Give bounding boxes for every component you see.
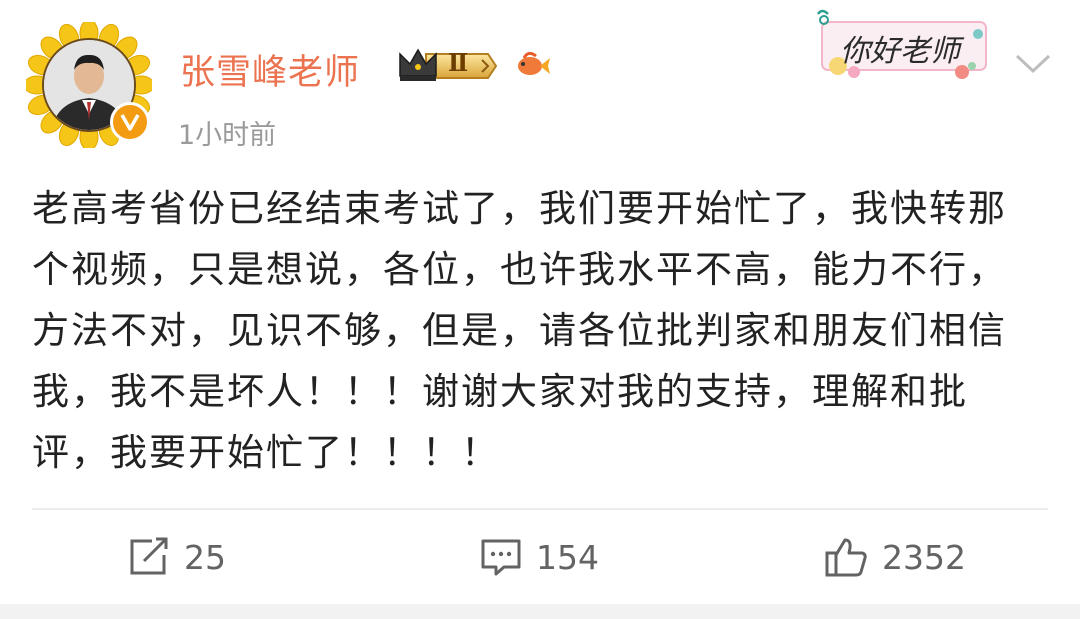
- greeting-sticker: 你好老师: [812, 6, 998, 88]
- like-button[interactable]: 2352: [824, 535, 966, 579]
- username[interactable]: 张雪峰老师: [180, 44, 360, 95]
- comment-icon: [481, 539, 521, 576]
- post-time: 1小时前: [178, 120, 277, 151]
- comment-button[interactable]: 154: [480, 535, 599, 579]
- comment-count: 154: [536, 537, 599, 577]
- verified-icon: [110, 102, 150, 142]
- repost-count: 25: [184, 537, 226, 577]
- divider: [32, 508, 1048, 510]
- like-icon: [825, 538, 867, 577]
- repost-icon: [130, 537, 168, 575]
- chevron-down-icon[interactable]: [1014, 52, 1052, 76]
- post-text: 老高考省份已经结束考试了，我们要开始忙了，我快转那个视频，只是想说，各位，也许我…: [32, 187, 1007, 474]
- footer-band: [0, 604, 1080, 619]
- sticker-text: 你好老师: [840, 34, 960, 69]
- badge-level: Ⅱ: [448, 48, 469, 77]
- avatar[interactable]: [26, 22, 152, 148]
- like-count: 2352: [882, 537, 966, 577]
- fish-icon: [512, 44, 552, 84]
- repost-button[interactable]: 25: [128, 535, 226, 579]
